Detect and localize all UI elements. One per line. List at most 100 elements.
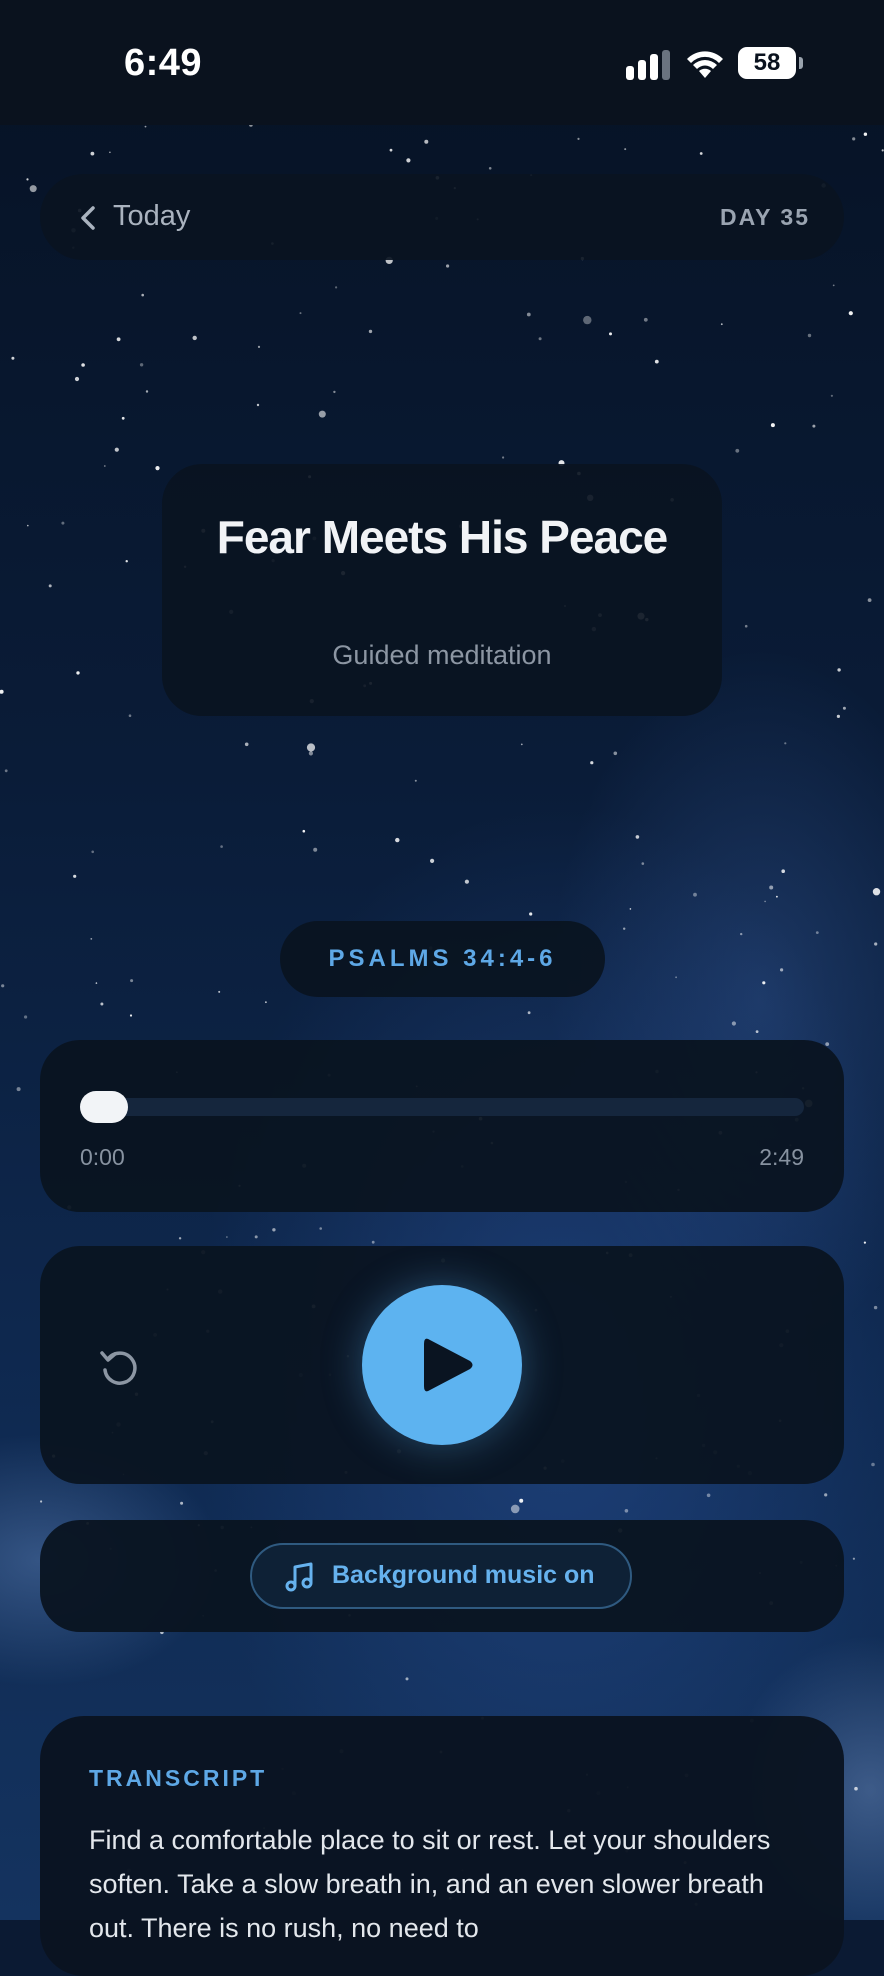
star: [144, 125, 147, 128]
star: [510, 1504, 520, 1514]
star: [145, 390, 149, 393]
star: [90, 938, 93, 940]
star: [254, 1235, 258, 1239]
wifi-icon: [687, 51, 723, 78]
star: [11, 356, 15, 360]
star: [141, 293, 144, 297]
star: [128, 714, 132, 717]
chevron-left-icon[interactable]: [78, 204, 98, 232]
scripture-reference[interactable]: PSALMS 34:4-6: [280, 921, 605, 997]
star: [129, 1014, 133, 1017]
star: [529, 912, 533, 916]
title-card: [162, 464, 722, 716]
star: [73, 874, 77, 878]
star: [318, 410, 326, 418]
progress-thumb[interactable]: [80, 1091, 128, 1123]
star: [125, 560, 128, 563]
star: [100, 1002, 104, 1006]
star: [776, 895, 778, 898]
star: [837, 668, 841, 672]
star: [872, 888, 881, 896]
star: [699, 152, 703, 155]
star: [807, 333, 812, 338]
star: [881, 149, 884, 152]
star: [863, 132, 868, 136]
star: [81, 363, 85, 367]
progress-track[interactable]: [80, 1098, 804, 1116]
background-music-label[interactable]: Background music on: [332, 1561, 595, 1590]
star: [643, 317, 648, 322]
star: [836, 714, 841, 719]
star: [488, 167, 492, 170]
star: [464, 879, 469, 884]
star: [502, 456, 505, 459]
day-counter: DAY 35: [719, 204, 810, 230]
star: [180, 1501, 184, 1505]
star: [414, 779, 417, 782]
star: [867, 598, 872, 602]
star: [675, 976, 677, 979]
star: [871, 1462, 875, 1467]
star: [590, 761, 594, 765]
star: [842, 706, 846, 710]
star: [48, 584, 52, 588]
star: [446, 264, 450, 268]
star: [731, 1021, 737, 1026]
star: [784, 742, 787, 745]
star: [308, 751, 313, 756]
back-button-today[interactable]: Today: [113, 200, 190, 233]
star: [16, 1087, 21, 1092]
star: [139, 363, 144, 367]
star: [812, 424, 816, 428]
star: [74, 376, 80, 382]
transcript-text: Find a comfortable place to sit or rest.…: [89, 1825, 771, 1943]
play-button[interactable]: [362, 1285, 522, 1445]
star: [852, 1557, 856, 1560]
star: [873, 1305, 878, 1310]
star: [519, 1498, 524, 1503]
star: [24, 1015, 28, 1019]
star: [26, 178, 29, 181]
session-title: Fear Meets His Peace: [216, 511, 669, 563]
star: [272, 1228, 276, 1232]
star: [693, 892, 697, 897]
star: [624, 148, 627, 151]
replay-icon[interactable]: [99, 1346, 141, 1388]
battery-icon: 58: [738, 47, 796, 79]
star: [755, 1030, 759, 1033]
star: [155, 466, 160, 471]
star: [852, 137, 856, 141]
star: [744, 624, 748, 628]
star: [815, 931, 819, 934]
star: [265, 1001, 267, 1004]
star: [706, 1493, 711, 1498]
total-duration: 2:49: [759, 1144, 804, 1170]
star: [257, 345, 261, 348]
star: [256, 403, 260, 407]
star: [109, 151, 111, 154]
star: [319, 1227, 323, 1230]
star: [302, 829, 306, 833]
star: [218, 990, 221, 993]
star: [635, 835, 640, 839]
play-icon: [424, 1338, 473, 1392]
star: [130, 979, 134, 983]
star: [61, 521, 65, 525]
star: [27, 524, 29, 527]
signal-icon: [626, 50, 670, 80]
star: [769, 885, 774, 890]
star: [874, 942, 878, 946]
star: [854, 1786, 858, 1791]
star: [29, 185, 37, 193]
star: [430, 858, 435, 864]
star: [830, 394, 834, 397]
star: [613, 751, 618, 756]
star: [368, 329, 373, 334]
star: [770, 423, 775, 428]
star: [121, 416, 125, 420]
star: [583, 315, 592, 325]
star: [4, 769, 8, 773]
star: [824, 1493, 828, 1497]
star: [781, 869, 785, 873]
star: [527, 1011, 531, 1015]
